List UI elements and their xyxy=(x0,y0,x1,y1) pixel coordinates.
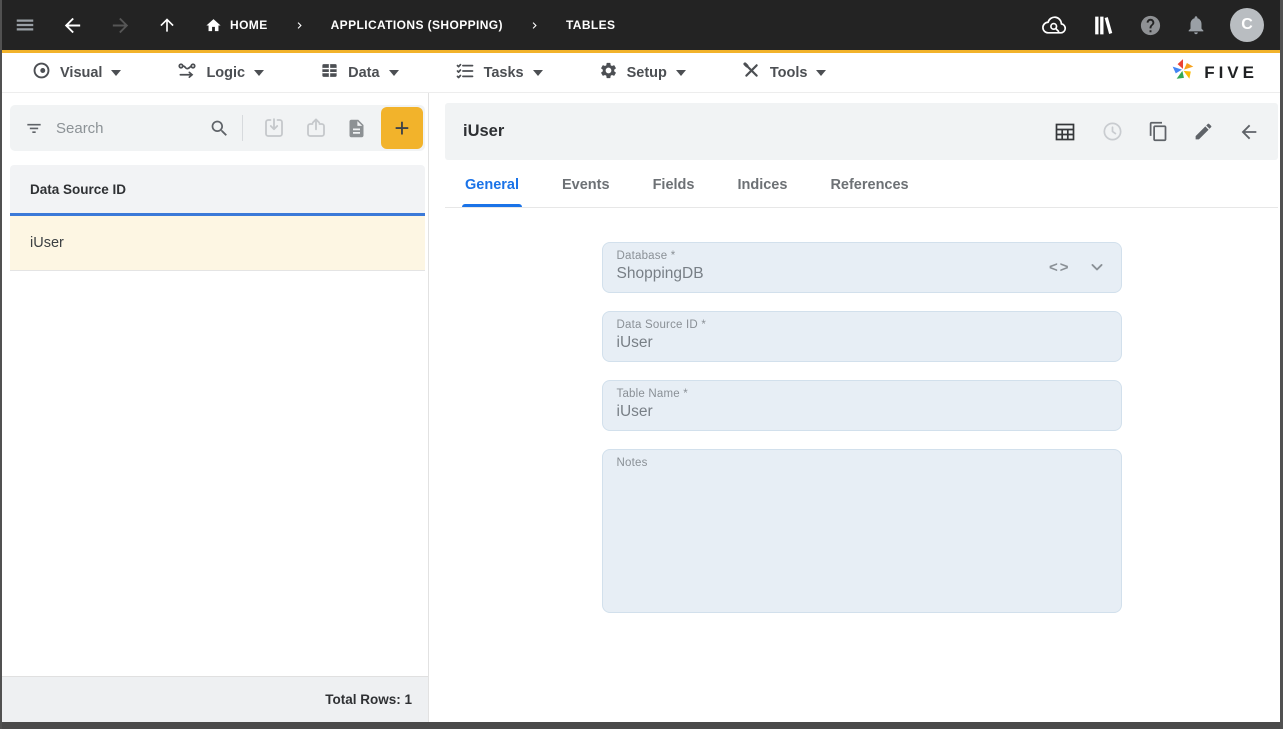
menu-data[interactable]: Data xyxy=(320,61,399,84)
database-label: Database * xyxy=(616,250,676,262)
table-name-value: iUser xyxy=(616,403,653,420)
breadcrumb: HOME APPLICATIONS (SHOPPING) TABLES xyxy=(205,17,615,34)
breadcrumb-label: HOME xyxy=(230,18,268,32)
caret-down-icon xyxy=(111,70,122,76)
notes-field[interactable]: Notes xyxy=(601,449,1122,613)
forward-icon[interactable] xyxy=(109,14,132,37)
copy-icon[interactable] xyxy=(1148,121,1169,142)
back-icon[interactable] xyxy=(61,14,84,37)
data-grid-icon xyxy=(320,61,339,84)
menubar: Visual Logic Data Tasks Setup Tools FIVE xyxy=(2,53,1280,93)
caret-down-icon xyxy=(254,70,265,76)
export-icon[interactable] xyxy=(304,116,328,140)
breadcrumb-label: APPLICATIONS (SHOPPING) xyxy=(330,18,503,32)
data-source-id-field[interactable]: Data Source ID * iUser xyxy=(601,311,1122,362)
avatar[interactable]: C xyxy=(1230,8,1264,42)
notes-label: Notes xyxy=(616,457,648,469)
pinwheel-logo-icon xyxy=(1170,57,1196,88)
list-item-iuser[interactable]: iUser xyxy=(10,216,425,271)
menu-visual[interactable]: Visual xyxy=(32,61,122,84)
search-bar: + xyxy=(10,105,425,151)
caret-down-icon xyxy=(532,70,543,76)
tab-general[interactable]: General xyxy=(462,177,522,207)
detail-panel: iUser General Events Fields Indices Refe… xyxy=(429,93,1280,722)
cloud-search-icon[interactable] xyxy=(1041,12,1068,39)
up-icon[interactable] xyxy=(157,15,177,35)
menu-label: Logic xyxy=(206,64,246,81)
pencil-icon[interactable] xyxy=(1193,121,1214,142)
tab-events[interactable]: Events xyxy=(559,177,613,207)
menu-icon[interactable] xyxy=(14,14,36,36)
table-name-label: Table Name * xyxy=(616,388,688,400)
menu-label: Data xyxy=(348,64,380,81)
chevron-right-icon xyxy=(293,19,306,32)
total-rows-footer: Total Rows: 1 xyxy=(2,676,428,722)
divider xyxy=(242,115,243,141)
app-window: HOME APPLICATIONS (SHOPPING) TABLES C Vi… xyxy=(0,0,1283,729)
data-source-id-value: iUser xyxy=(616,334,653,351)
topbar: HOME APPLICATIONS (SHOPPING) TABLES C xyxy=(2,0,1280,50)
menu-label: Tasks xyxy=(483,64,524,81)
chevron-down-icon[interactable] xyxy=(1087,257,1107,277)
chevron-right-icon xyxy=(528,19,541,32)
database-value: ShoppingDB xyxy=(616,265,704,282)
breadcrumb-label: TABLES xyxy=(565,18,616,32)
caret-down-icon xyxy=(675,70,686,76)
brand-logo: FIVE xyxy=(1170,57,1280,88)
caret-down-icon xyxy=(388,70,399,76)
gear-icon xyxy=(599,61,618,84)
data-source-id-label: Data Source ID * xyxy=(616,319,706,331)
breadcrumb-applications[interactable]: APPLICATIONS (SHOPPING) xyxy=(331,18,503,32)
import-icon[interactable] xyxy=(262,116,286,140)
code-icon[interactable]: <> xyxy=(1049,259,1071,276)
table-grid-icon[interactable] xyxy=(1053,120,1077,144)
menu-label: Setup xyxy=(626,64,667,81)
breadcrumb-tables[interactable]: TABLES xyxy=(566,18,616,32)
bell-icon[interactable] xyxy=(1185,14,1207,36)
help-icon[interactable] xyxy=(1139,14,1162,37)
caret-down-icon xyxy=(816,70,827,76)
search-icon[interactable] xyxy=(209,118,230,139)
notes-value xyxy=(617,472,1107,491)
window-bottom-border xyxy=(2,722,1280,729)
menu-tools[interactable]: Tools xyxy=(742,61,827,84)
arrow-left-icon[interactable] xyxy=(1238,121,1260,143)
page-title: iUser xyxy=(463,122,505,140)
left-panel: + Data Source ID iUser Total Rows: 1 xyxy=(2,93,429,722)
menu-setup[interactable]: Setup xyxy=(599,61,686,84)
menu-tasks[interactable]: Tasks xyxy=(455,61,543,85)
document-icon[interactable] xyxy=(346,118,367,139)
visibility-icon xyxy=(32,61,51,84)
library-icon[interactable] xyxy=(1091,13,1116,38)
menu-label: Visual xyxy=(60,64,103,81)
home-icon xyxy=(205,17,222,34)
general-form: Database * ShoppingDB <> Data Source ID … xyxy=(445,208,1278,613)
tools-icon xyxy=(742,61,761,84)
logic-flow-icon xyxy=(177,61,197,85)
clock-icon[interactable] xyxy=(1101,120,1124,143)
table-name-field[interactable]: Table Name * iUser xyxy=(601,380,1122,431)
add-record-button[interactable]: + xyxy=(381,107,423,149)
content-area: + Data Source ID iUser Total Rows: 1 iUs… xyxy=(2,93,1280,722)
filter-icon[interactable] xyxy=(24,118,44,138)
tab-fields[interactable]: Fields xyxy=(650,177,698,207)
list-column-header[interactable]: Data Source ID xyxy=(10,165,425,216)
task-list-icon xyxy=(455,61,475,85)
database-field[interactable]: Database * ShoppingDB <> xyxy=(601,242,1122,293)
menu-label: Tools xyxy=(769,64,808,81)
tab-references[interactable]: References xyxy=(827,177,911,207)
menu-logic[interactable]: Logic xyxy=(177,61,265,85)
brand-wordmark: FIVE xyxy=(1204,62,1258,82)
search-input[interactable] xyxy=(56,119,209,137)
tab-indices[interactable]: Indices xyxy=(734,177,790,207)
breadcrumb-home[interactable]: HOME xyxy=(205,17,268,34)
records-list: Data Source ID iUser xyxy=(10,165,425,271)
detail-header: iUser xyxy=(445,103,1278,160)
tab-bar: General Events Fields Indices References xyxy=(445,160,1278,208)
